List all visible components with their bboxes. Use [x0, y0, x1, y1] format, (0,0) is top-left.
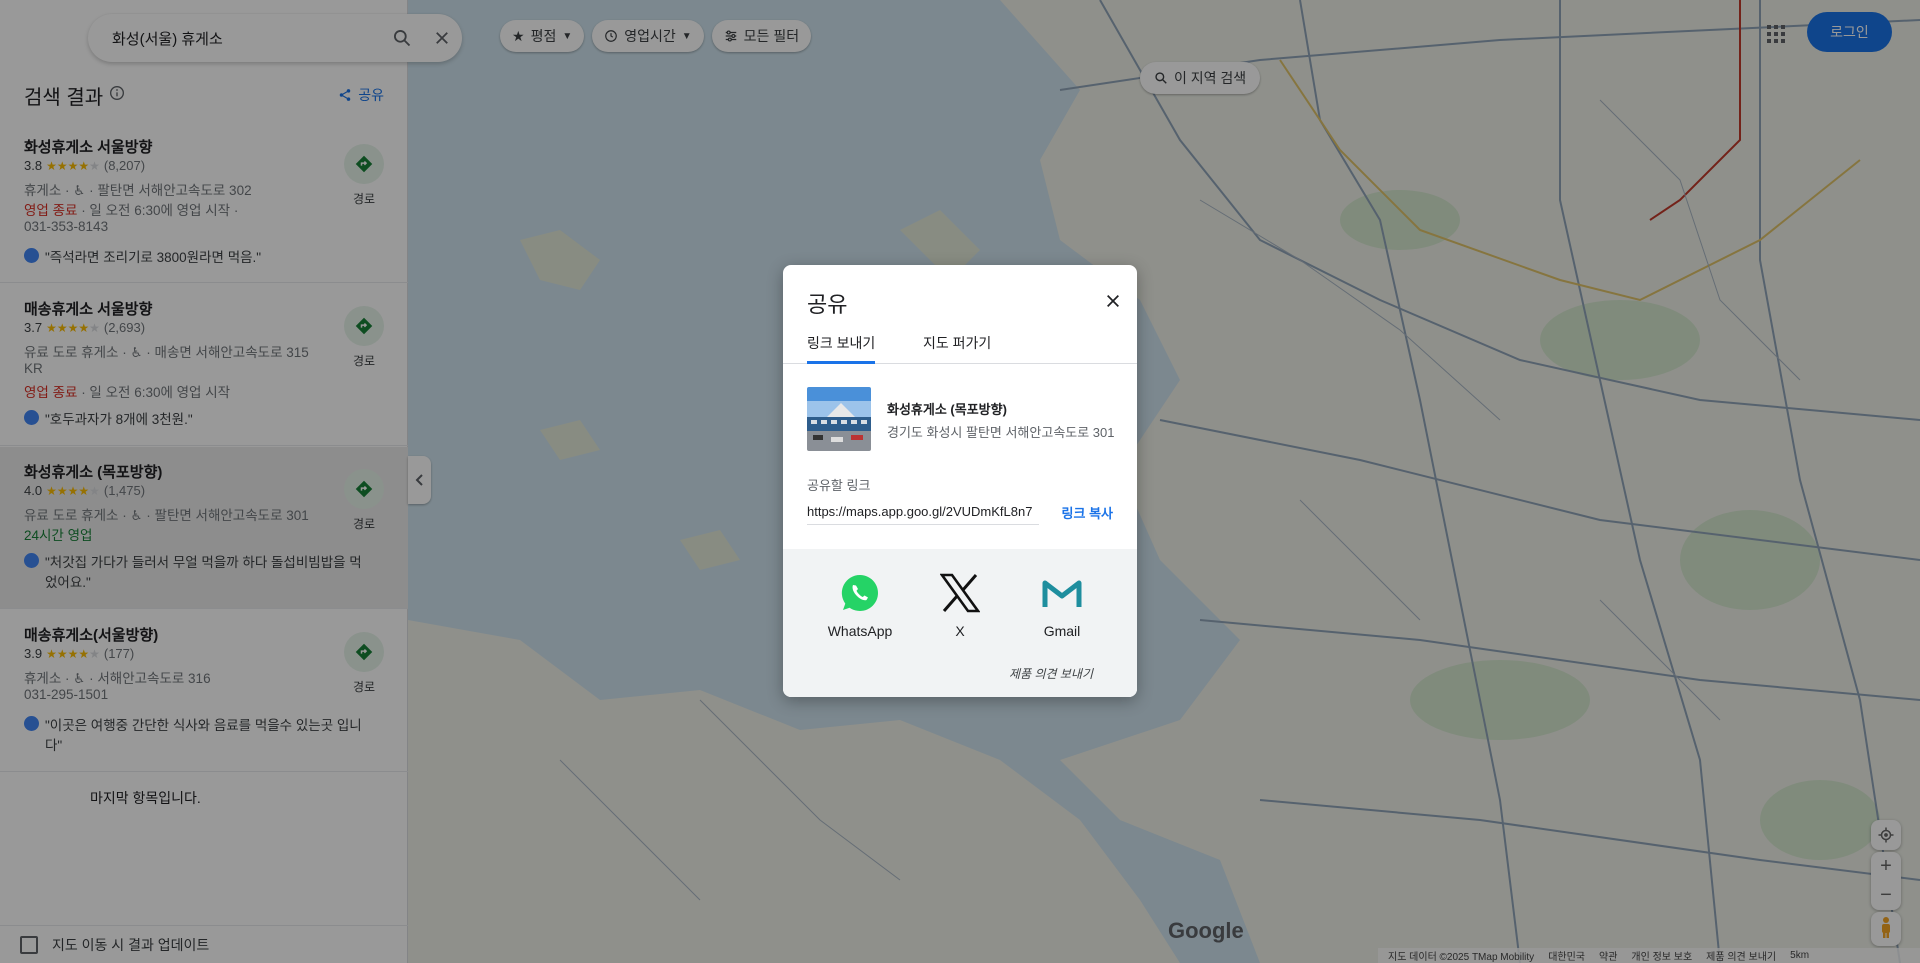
place-name: 화성휴게소 (목포방향) — [887, 402, 1007, 417]
gmail-icon — [1042, 580, 1082, 607]
dialog-title: 공유 — [807, 292, 848, 317]
whatsapp-label: WhatsApp — [827, 623, 893, 639]
share-whatsapp-button[interactable]: WhatsApp — [820, 571, 900, 639]
whatsapp-icon — [841, 574, 878, 611]
shared-place: 화성휴게소 (목포방향) 경기도 화성시 팔탄면 서해안고속도로 301 — [807, 387, 1115, 451]
share-link-label: 공유할 링크 — [807, 478, 871, 493]
x-label: X — [955, 623, 965, 639]
tab-send-link[interactable]: 링크 보내기 — [807, 327, 876, 364]
share-link-row: 링크 복사 — [807, 499, 1113, 525]
share-tabs: 링크 보내기 지도 퍼가기 — [783, 327, 1137, 364]
x-logo-icon — [940, 573, 980, 613]
close-dialog-button[interactable] — [1101, 289, 1125, 313]
share-link-field[interactable] — [807, 499, 1039, 525]
dialog-feedback-link[interactable]: 제품 의견 보내기 — [1009, 665, 1093, 682]
place-address: 경기도 화성시 팔탄면 서해안고속도로 301 — [887, 425, 1115, 440]
place-thumbnail — [807, 387, 871, 451]
gmail-label: Gmail — [1043, 623, 1081, 639]
share-x-button[interactable]: X — [920, 571, 1000, 639]
tab-embed-map[interactable]: 지도 퍼가기 — [923, 327, 991, 364]
copy-link-button[interactable]: 링크 복사 — [1062, 503, 1113, 522]
share-gmail-button[interactable]: Gmail — [1022, 571, 1102, 639]
share-dialog: 공유 링크 보내기 지도 퍼가기 화성휴게소 (목포방향) 경기도 화성시 팔탄… — [783, 265, 1137, 697]
close-icon — [1107, 295, 1119, 307]
share-apps: WhatsApp X Gmail 제품 의견 보내기 — [783, 549, 1137, 697]
